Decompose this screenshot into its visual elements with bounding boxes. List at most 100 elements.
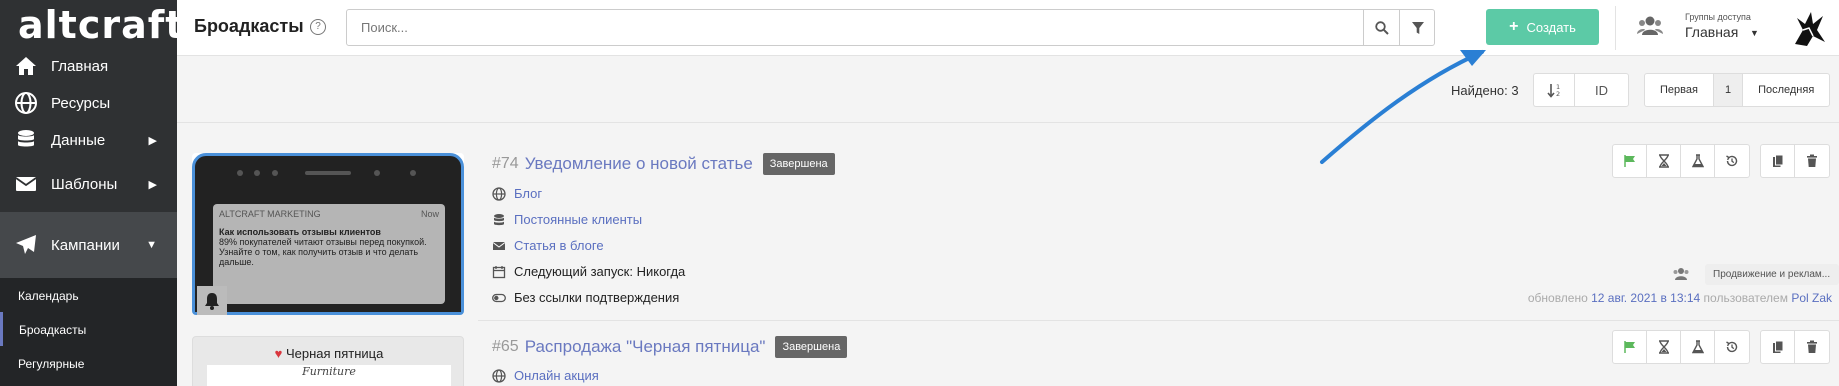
preview-heading: ♥ Черная пятница — [193, 346, 463, 361]
filter-icon — [1411, 21, 1424, 34]
resource-link[interactable]: Блог — [514, 186, 542, 201]
flask-icon — [1691, 340, 1704, 354]
svg-text:2: 2 — [1556, 90, 1560, 98]
campaign-manage-actions — [1760, 330, 1830, 364]
divider — [1615, 6, 1616, 50]
search-button[interactable] — [1363, 10, 1399, 45]
updated-prefix: обновлено — [1527, 291, 1588, 305]
page-last-button[interactable]: Последняя — [1743, 74, 1829, 106]
next-run-text: Следующий запуск: Никогда — [514, 264, 686, 279]
sidebar-item-label: Ресурсы — [51, 94, 111, 112]
chevron-right-icon: ▶ — [148, 134, 157, 147]
phone-mockup: ALTCRAFT MARKETING Now Как использовать о… — [192, 153, 464, 315]
campaign-resource: Онлайн акция — [492, 368, 599, 383]
start-button[interactable] — [1613, 145, 1647, 177]
app-root: altcraft Главная Ресурсы Данные ▶ Шаблон… — [0, 0, 1839, 386]
globe-icon — [15, 92, 37, 114]
copy-button[interactable] — [1761, 145, 1795, 177]
campaign-id: #74 — [492, 155, 519, 172]
schedule-button[interactable] — [1647, 145, 1681, 177]
page-current[interactable]: 1 — [1713, 74, 1744, 106]
schedule-button[interactable] — [1647, 331, 1681, 363]
campaign-card: ♥ Черная пятница Furniture #65 Распродаж… — [192, 330, 1839, 386]
page-first-button[interactable]: Первая — [1645, 74, 1714, 106]
heart-icon: ♥ — [274, 346, 283, 361]
confirmation-text: Без ссылки подтверждения — [514, 290, 680, 305]
history-icon — [1726, 341, 1738, 353]
campaign-resource: Блог — [492, 186, 542, 201]
trash-icon — [1807, 340, 1817, 353]
logo[interactable]: altcraft — [0, 0, 183, 50]
sort-icon: 12 — [1546, 83, 1560, 98]
test-button[interactable] — [1681, 331, 1715, 363]
campaign-name-link[interactable]: Уведомление о новой статье — [525, 154, 753, 174]
updated-date: 12 авг. 2021 в 13:14 — [1591, 291, 1701, 305]
sidebar-item-data[interactable]: Данные ▶ — [0, 118, 177, 162]
access-groups-dropdown[interactable]: Группы доступа Главная ▼ — [1637, 10, 1767, 46]
sidebar-item-templates[interactable]: Шаблоны ▶ — [0, 162, 177, 206]
campaign-actions — [1612, 330, 1750, 364]
resource-link[interactable]: Онлайн акция — [514, 368, 599, 383]
campaign-actions — [1612, 144, 1750, 178]
database-icon — [18, 130, 34, 147]
preview-brand: Furniture — [302, 365, 356, 378]
hourglass-icon — [1658, 340, 1669, 354]
chevron-down-icon: ▼ — [146, 239, 157, 251]
toggle-off-icon — [492, 293, 506, 302]
sidebar-subitem-broadcasts[interactable]: Броадкасты — [0, 312, 177, 347]
history-button[interactable] — [1715, 331, 1749, 363]
flask-icon — [1691, 154, 1704, 168]
plus-icon: + — [1509, 18, 1519, 35]
sidebar-subitem-calendar[interactable]: Календарь — [0, 278, 177, 313]
envelope-icon — [492, 241, 506, 250]
help-icon[interactable]: ? — [310, 19, 326, 35]
history-icon — [1726, 155, 1738, 167]
search-bar — [346, 9, 1435, 46]
caret-down-icon: ▼ — [1750, 28, 1759, 38]
globe-icon — [492, 368, 506, 383]
updated-user-link[interactable]: Pol Zak — [1791, 291, 1832, 305]
search-input[interactable] — [347, 10, 1347, 45]
campaign-next-run: Следующий запуск: Никогда — [492, 264, 685, 279]
campaign-tag[interactable]: Продвижение и реклам... — [1705, 264, 1839, 285]
sidebar-subitem-regular[interactable]: Регулярные — [0, 346, 177, 381]
avatar[interactable] — [1789, 8, 1829, 48]
template-link[interactable]: Статья в блоге — [514, 238, 604, 253]
flag-icon — [1623, 341, 1635, 353]
sort-direction-button[interactable]: 12 — [1533, 73, 1575, 107]
sort-field-button[interactable]: ID — [1574, 73, 1629, 107]
campaign-name-link[interactable]: Распродажа "Черная пятница" — [525, 337, 766, 357]
access-groups-label: Группы доступа — [1685, 12, 1751, 22]
campaign-manage-actions — [1760, 144, 1830, 178]
sidebar-item-campaigns[interactable]: Кампании ▼ — [0, 212, 177, 278]
copy-icon — [1772, 154, 1783, 167]
notification-app-name: ALTCRAFT MARKETING — [219, 209, 321, 219]
copy-button[interactable] — [1761, 331, 1795, 363]
campaign-id: #65 — [492, 338, 519, 355]
delete-button[interactable] — [1795, 331, 1829, 363]
copy-icon — [1772, 340, 1783, 353]
delete-button[interactable] — [1795, 145, 1829, 177]
page-title: Броадкасты — [194, 16, 304, 36]
access-groups-value: Главная — [1685, 24, 1739, 40]
push-notification-preview: ALTCRAFT MARKETING Now Как использовать о… — [213, 204, 445, 304]
campaign-preview[interactable]: ALTCRAFT MARKETING Now Как использовать о… — [192, 153, 464, 315]
create-button[interactable]: + Создать — [1486, 9, 1599, 45]
sidebar-item-label: Шаблоны — [51, 175, 118, 193]
search-icon — [1374, 20, 1389, 35]
filter-button[interactable] — [1399, 10, 1435, 45]
start-button[interactable] — [1613, 331, 1647, 363]
campaign-preview[interactable]: ♥ Черная пятница Furniture — [192, 336, 464, 386]
paper-plane-icon — [16, 235, 36, 254]
preview-content: Furniture — [207, 365, 451, 386]
users-icon — [1673, 268, 1689, 280]
campaign-segment: Постоянные клиенты — [492, 212, 642, 227]
hourglass-icon — [1658, 154, 1669, 168]
sidebar-item-label: Данные — [51, 131, 106, 149]
campaign-title-row: #74 Уведомление о новой статье Завершена — [492, 153, 835, 175]
history-button[interactable] — [1715, 145, 1749, 177]
header: Броадкасты ? + Создать Группы доступа Гл… — [177, 0, 1839, 56]
segment-link[interactable]: Постоянные клиенты — [514, 212, 642, 227]
divider — [177, 122, 1839, 123]
test-button[interactable] — [1681, 145, 1715, 177]
